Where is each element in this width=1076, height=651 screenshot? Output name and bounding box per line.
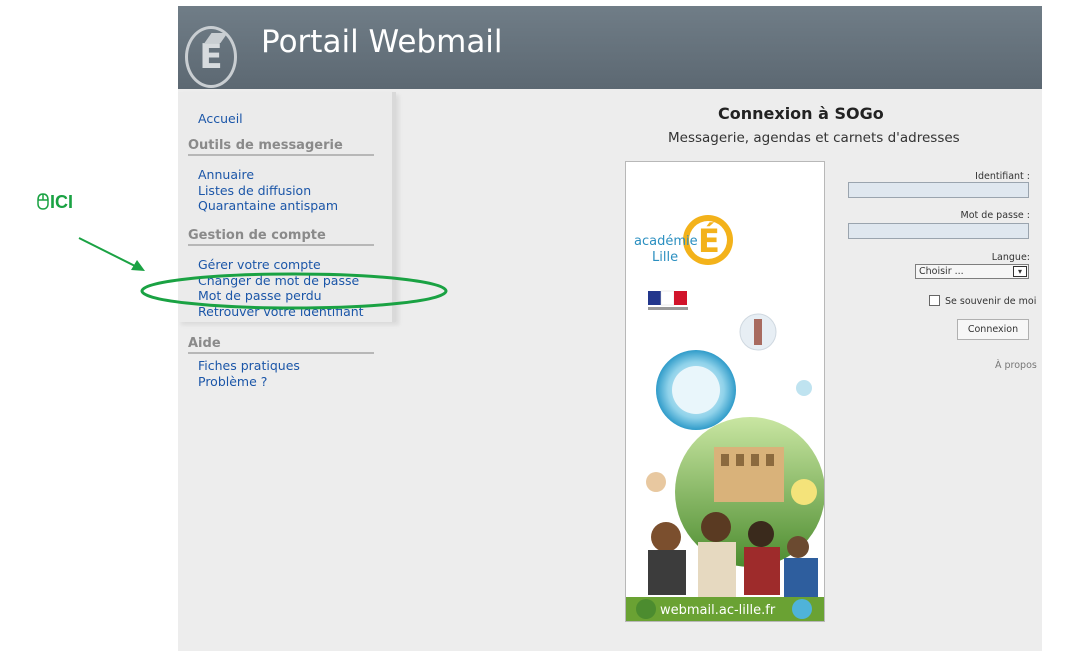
annotation-arrow-head xyxy=(131,260,145,271)
annotation-arrow-line xyxy=(78,237,138,268)
password-input[interactable] xyxy=(848,223,1029,239)
sidebar-item-quarantaine[interactable]: Quarantaine antispam xyxy=(198,198,338,214)
mouse-icon xyxy=(37,193,49,210)
sidebar-item-probleme[interactable]: Problème ? xyxy=(198,374,300,390)
sidebar-item-changer-mot-de-passe[interactable]: Changer de mot de passe xyxy=(198,273,364,289)
banner-url: webmail.ac-lille.fr xyxy=(660,603,776,618)
academie-lille-banner: É académie Lille webmail.ac-lille.fr xyxy=(625,161,825,622)
banner-artwork: É académie Lille webmail.ac-lille.fr xyxy=(626,215,824,621)
login-title: Connexion à SOGo xyxy=(718,104,884,123)
section-aide: Aide xyxy=(188,336,374,354)
remember-checkbox[interactable] xyxy=(929,295,940,306)
ici-annotation: ICI xyxy=(36,192,73,213)
language-select-value: Choisir ... xyxy=(919,266,964,277)
sidebar-item-mot-de-passe-perdu[interactable]: Mot de passe perdu xyxy=(198,288,364,304)
password-label: Mot de passe : xyxy=(960,210,1030,221)
chevron-down-icon: ▾ xyxy=(1013,266,1027,277)
flag-red xyxy=(674,291,687,305)
sidebar-item-accueil[interactable]: Accueil xyxy=(198,111,243,127)
sidebar-item-fiches-pratiques[interactable]: Fiches pratiques xyxy=(198,358,300,374)
sidebar-menu: Accueil Outils de messagerie Annuaire Li… xyxy=(178,92,396,322)
header-bar: É Portail Webmail xyxy=(178,6,1042,89)
apropos-link[interactable]: À propos xyxy=(995,360,1037,371)
section-gestion-compte: Gestion de compte xyxy=(188,228,374,246)
logo-letter: É xyxy=(199,37,223,77)
sidebar-item-gerer-compte[interactable]: Gérer votre compte xyxy=(198,257,364,273)
banner-academie-text: académie xyxy=(634,234,698,249)
language-label: Langue: xyxy=(991,252,1030,263)
sidebar-item-annuaire[interactable]: Annuaire xyxy=(198,167,338,183)
section-outils-messagerie: Outils de messagerie xyxy=(188,138,374,156)
webmail-portal: É Portail Webmail Accueil Outils de mess… xyxy=(178,6,1042,651)
banner-e-letter: É xyxy=(698,222,720,260)
sidebar-item-retrouver-identifiant[interactable]: Retrouver votre identifiant xyxy=(198,304,364,320)
remember-label: Se souvenir de moi xyxy=(945,296,1037,307)
flag-blue xyxy=(648,291,661,305)
marianne-e-logo: É xyxy=(185,26,237,88)
banner-lille-text: Lille xyxy=(652,250,678,265)
sidebar-item-listes-diffusion[interactable]: Listes de diffusion xyxy=(198,183,338,199)
language-select[interactable]: Choisir ... ▾ xyxy=(915,264,1029,279)
identifiant-input[interactable] xyxy=(848,182,1029,198)
connexion-button[interactable]: Connexion xyxy=(957,319,1029,340)
ici-label: ICI xyxy=(50,192,74,212)
login-subtitle: Messagerie, agendas et carnets d'adresse… xyxy=(668,130,960,146)
page-title: Portail Webmail xyxy=(261,24,503,60)
identifiant-label: Identifiant : xyxy=(975,171,1030,182)
